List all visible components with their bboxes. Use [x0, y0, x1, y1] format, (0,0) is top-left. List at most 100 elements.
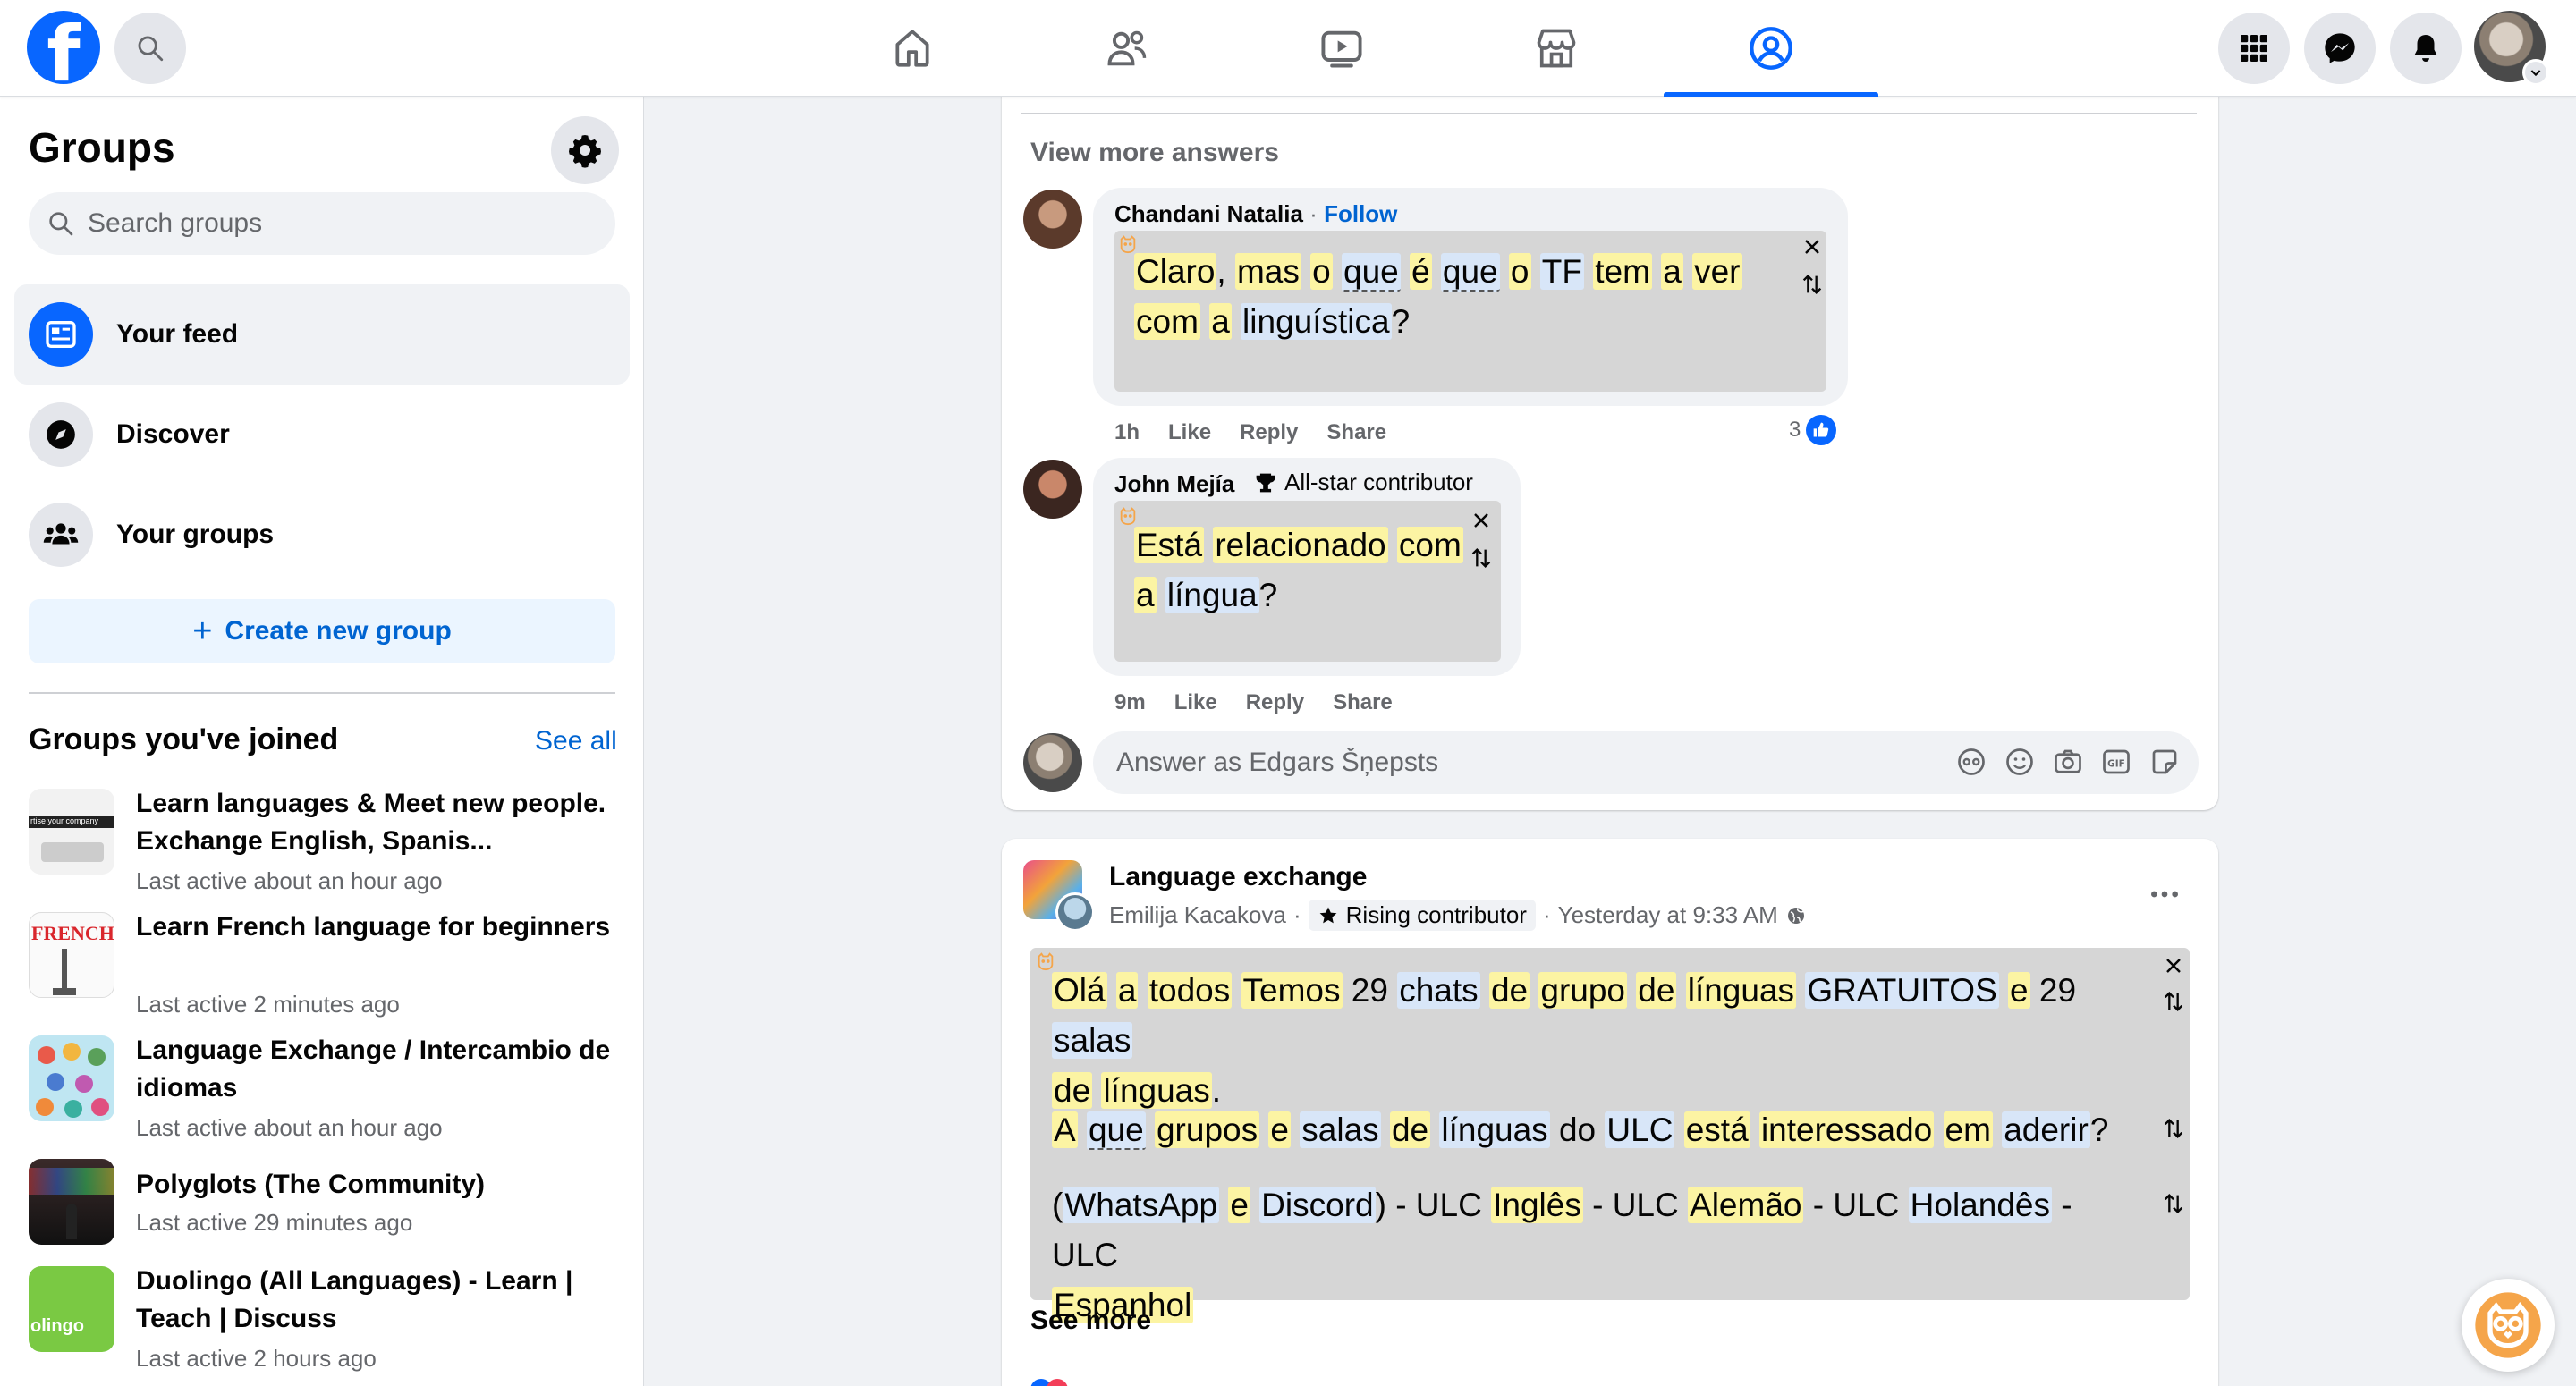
comment-time[interactable]: 1h: [1114, 420, 1140, 445]
tab-friends[interactable]: [1020, 0, 1234, 97]
group-last-active: Last active 2 hours ago: [136, 1345, 377, 1372]
group-last-active: Last active 29 minutes ago: [136, 1209, 413, 1236]
post-timestamp[interactable]: Yesterday at 9:33 AM: [1558, 901, 1778, 929]
group-name: Polyglots (The Community): [136, 1170, 485, 1199]
comment-author-line: Chandani Natalia · Follow: [1114, 200, 1397, 228]
avatar-sticker-icon[interactable]: [1955, 746, 1987, 778]
swap-vertical-icon[interactable]: [1469, 545, 1494, 570]
share-button[interactable]: Share: [1326, 420, 1386, 445]
answer-tools: GIF: [1955, 746, 2181, 778]
question-card: View more answers Chandani Natalia · Fol…: [1002, 72, 2218, 810]
like-count-number: 3: [1789, 418, 1801, 442]
camera-icon[interactable]: [2052, 746, 2084, 778]
comment-time[interactable]: 9m: [1114, 690, 1146, 715]
search-icon: [138, 36, 164, 62]
tab-watch[interactable]: [1234, 0, 1449, 97]
feed-icon: [46, 321, 76, 348]
messenger-button[interactable]: [2304, 13, 2376, 84]
search-button[interactable]: [114, 13, 186, 84]
comment-actions: 1h Like Reply Share: [1114, 420, 1386, 445]
group-thumbnail: rtise your company: [29, 789, 114, 875]
tab-home[interactable]: [805, 0, 1020, 97]
post-author[interactable]: Emilija Kacakova: [1109, 901, 1286, 929]
swap-vertical-icon[interactable]: [2161, 1191, 2186, 1216]
share-button[interactable]: Share: [1333, 690, 1393, 715]
comment-translated-text: Claro, mas o que é que o TF tem a ver com…: [1134, 253, 1742, 340]
tab-groups[interactable]: [1664, 0, 1878, 97]
see-more-link[interactable]: See more: [1030, 1306, 1151, 1336]
sidebar-item-your-groups[interactable]: Your groups: [14, 485, 630, 585]
video-icon: [1321, 30, 1362, 68]
group-name: Duolingo (All Languages) - Learn | Teach…: [136, 1266, 573, 1333]
create-new-group-button[interactable]: + Create new group: [29, 599, 615, 663]
contributor-badge-label: Rising contributor: [1345, 901, 1527, 928]
close-icon[interactable]: [1470, 510, 1492, 531]
notifications-button[interactable]: [2390, 13, 2462, 84]
friends-icon: [1107, 30, 1147, 66]
facebook-logo[interactable]: f: [27, 11, 100, 93]
swap-vertical-icon[interactable]: [2161, 1116, 2186, 1141]
my-avatar: [1023, 733, 1082, 792]
joined-groups-heading: Groups you've joined: [29, 723, 339, 756]
follow-button[interactable]: Follow: [1324, 200, 1397, 227]
commenter-avatar[interactable]: [1023, 190, 1082, 249]
group-thumbnail: FRENCH: [29, 912, 114, 998]
group-last-active: Last active about an hour ago: [136, 1114, 443, 1141]
gif-icon[interactable]: GIF: [2100, 746, 2132, 778]
sidebar-item-discover[interactable]: Discover: [14, 385, 630, 485]
comment-translated-text: Está relacionado com a língua?: [1134, 527, 1463, 613]
menu-button[interactable]: [2218, 13, 2290, 84]
post-translated-paragraph: Olá a todos Temos 29 chats de grupo de l…: [1052, 972, 2077, 1109]
thumb-caption: rtise your company: [30, 816, 99, 825]
settings-button[interactable]: [551, 116, 619, 184]
svg-text:GIF: GIF: [2107, 758, 2125, 769]
swap-vertical-icon[interactable]: [2161, 989, 2186, 1014]
like-button[interactable]: Like: [1174, 690, 1217, 715]
reaction-love-icon: [1046, 1379, 1068, 1386]
comment-author[interactable]: John Mejía: [1114, 470, 1234, 498]
group-avatar[interactable]: [1023, 860, 1095, 932]
sidebar-item-label: Your groups: [116, 520, 275, 549]
sidebar-item-label: Your feed: [116, 319, 239, 349]
emoji-icon[interactable]: [2004, 746, 2036, 778]
group-thumbnail: [29, 1159, 114, 1245]
group-name: Language Exchange / Intercambio de idiom…: [136, 1035, 611, 1103]
sidebar-item-your-feed[interactable]: Your feed: [14, 284, 630, 385]
group-last-active: Last active 2 minutes ago: [136, 991, 400, 1018]
close-icon[interactable]: [1801, 236, 1823, 258]
comment-author[interactable]: Chandani Natalia: [1114, 200, 1303, 227]
search-groups-input[interactable]: Search groups: [29, 192, 615, 255]
sidebar-item-label: Discover: [116, 419, 230, 449]
create-group-label: Create new group: [225, 616, 452, 646]
swap-vertical-icon[interactable]: [1800, 272, 1825, 297]
translator-extension-button[interactable]: [2462, 1279, 2555, 1372]
post-meta: Emilija Kacakova · Rising contributor · …: [1109, 900, 1807, 931]
tab-marketplace[interactable]: [1449, 0, 1664, 97]
chevron-down-icon: [2530, 70, 2541, 77]
contributor-badge-label: All-star contributor: [1284, 469, 1473, 495]
commenter-avatar[interactable]: [1023, 460, 1082, 519]
reaction-count[interactable]: 3: [1789, 415, 1837, 445]
thumb-caption: olingo: [30, 1316, 84, 1336]
post-group-name[interactable]: Language exchange: [1109, 862, 1367, 892]
sticker-icon[interactable]: [2148, 746, 2181, 778]
post-translated-paragraph: (WhatsApp e Discord) - ULC Inglês - ULC …: [1052, 1187, 2072, 1323]
thumbs-up-icon: [1806, 415, 1837, 445]
reply-button[interactable]: Reply: [1246, 690, 1304, 715]
see-all-link[interactable]: See all: [535, 726, 617, 756]
people-group-icon-wrap: [29, 503, 93, 567]
globe-icon: [1787, 907, 1804, 924]
account-menu-toggle[interactable]: [2522, 59, 2549, 86]
search-icon: [49, 212, 73, 236]
divider: [29, 692, 615, 694]
answer-input[interactable]: Answer as Edgars Šņepsts GIF: [1093, 731, 2199, 794]
reply-button[interactable]: Reply: [1240, 420, 1298, 445]
bell-icon: [2414, 34, 2437, 63]
view-more-answers-link[interactable]: View more answers: [1030, 138, 1279, 168]
close-icon[interactable]: [2163, 955, 2184, 976]
home-icon: [895, 30, 929, 67]
divider: [1021, 113, 2197, 114]
separator-dot: ·: [1542, 901, 1551, 928]
like-button[interactable]: Like: [1168, 420, 1211, 445]
more-options-icon[interactable]: [2147, 876, 2182, 912]
